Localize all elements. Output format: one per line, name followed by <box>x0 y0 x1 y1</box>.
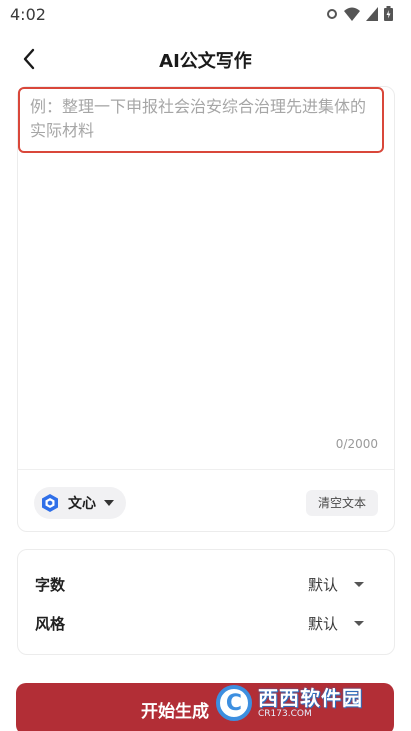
watermark-text: 西西软件园 CR173.COM <box>258 688 363 719</box>
char-count: 0/2000 <box>335 437 378 451</box>
caret-down-icon <box>354 620 364 626</box>
top-bar: AI公文写作 <box>0 36 411 80</box>
model-label: 文心 <box>68 496 96 512</box>
caret-down-icon <box>354 581 364 587</box>
watermark-logo: C 西西软件园 CR173.COM <box>216 683 363 723</box>
watermark-subtitle: CR173.COM <box>258 708 312 719</box>
prompt-placeholder: 例：整理一下申报社会治安综合治理先进集体的实际材料 <box>30 97 367 140</box>
model-selector[interactable]: 文心 <box>34 487 126 519</box>
signal-icon <box>366 6 378 21</box>
card-divider <box>18 469 394 470</box>
watermark-title: 西西软件园 <box>258 685 363 710</box>
status-icons <box>326 6 393 21</box>
editor-card: 例：整理一下申报社会治安综合治理先进集体的实际材料 0/2000 文心 清空文本 <box>17 86 395 532</box>
option-row-word-count[interactable]: 字数 默认 <box>18 564 394 604</box>
option-label: 风格 <box>35 614 66 633</box>
generate-label: 开始生成 <box>141 701 209 722</box>
battery-icon <box>384 6 393 21</box>
option-row-style[interactable]: 风格 默认 <box>18 603 394 643</box>
option-value: 默认 <box>308 575 339 594</box>
wifi-icon <box>344 7 360 21</box>
caret-down-icon <box>104 500 114 506</box>
option-label: 字数 <box>35 575 66 594</box>
settings-dot-icon <box>327 8 337 19</box>
wenxin-logo-icon <box>40 493 60 513</box>
options-card: 字数 默认 风格 默认 <box>17 549 395 655</box>
watermark-c-icon: C <box>216 685 252 721</box>
clear-text-button[interactable]: 清空文本 <box>305 490 378 516</box>
status-time: 4:02 <box>10 5 46 24</box>
page-title: AI公文写作 <box>159 51 252 72</box>
status-bar: 4:02 <box>0 0 411 32</box>
option-value: 默认 <box>308 614 339 633</box>
prompt-input[interactable]: 例：整理一下申报社会治安综合治理先进集体的实际材料 <box>18 87 384 153</box>
